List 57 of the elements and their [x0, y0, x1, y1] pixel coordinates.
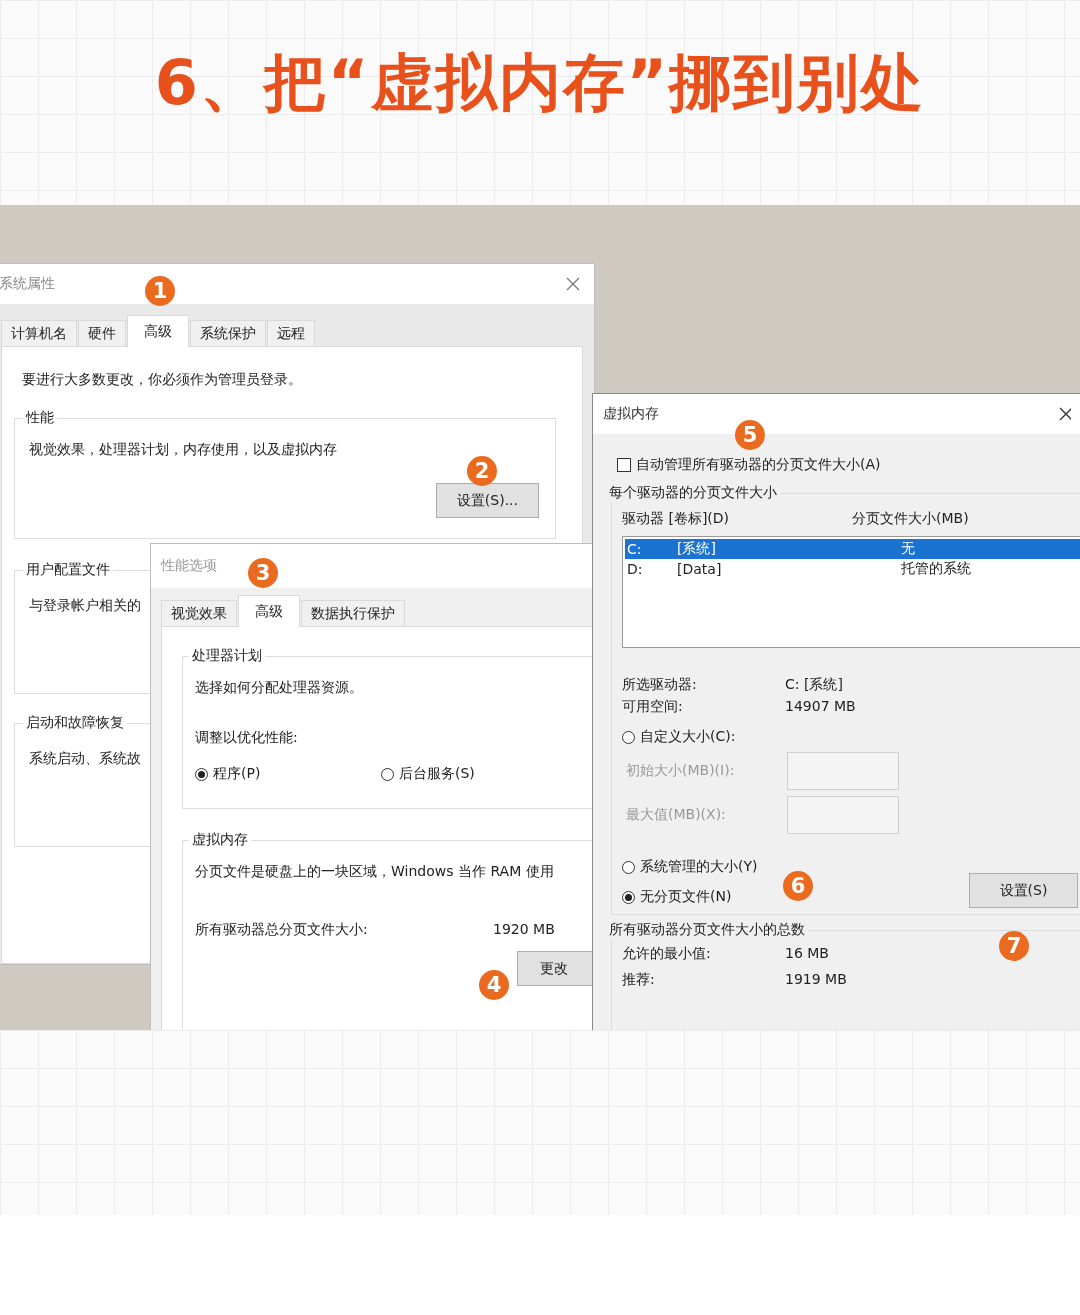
tab[interactable]: 系统保护 [190, 320, 266, 346]
radio-button[interactable] [622, 890, 635, 904]
tab[interactable]: 远程 [267, 320, 315, 346]
radio-option[interactable]: 后台服务(S) [381, 765, 567, 783]
settings-button[interactable]: 设置(S)... [435, 483, 539, 518]
radio-button[interactable] [622, 730, 635, 744]
drive-row[interactable]: D: [Data] 托管的系统 [625, 559, 1080, 579]
radio-option[interactable]: 无分页文件(N) [622, 888, 758, 906]
close-icon[interactable] [1059, 407, 1071, 421]
field-label: 初始大小(MB)(I): [626, 762, 736, 780]
column-header: 分页文件大小(MB) [852, 510, 969, 528]
radio-option[interactable]: 程序(P) [195, 765, 381, 783]
info-value: 14907 MB [785, 698, 856, 716]
radio-option[interactable]: 系统管理的大小(Y) [622, 858, 758, 876]
field-label: 最大值(MB)(X): [626, 806, 727, 824]
info-value: 16 MB [785, 945, 829, 963]
total-value: 1920 MB [493, 921, 555, 939]
group-description: 系统启动、系统故 [29, 750, 141, 768]
window-title: 虚拟内存 [602, 405, 659, 423]
group-label: 性能 [24, 409, 55, 427]
group-label: 启动和故障恢复 [25, 714, 125, 732]
radio-option[interactable]: 自定义大小(C): [622, 728, 1080, 746]
group-label: 所有驱动器分页文件大小的总数 [608, 921, 806, 939]
checkbox[interactable] [617, 458, 631, 472]
group-label: 虚拟内存 [191, 831, 249, 849]
window-title: 系统属性 [0, 275, 55, 293]
column-header: 驱动器 [卷标](D) [622, 510, 731, 528]
drive-row[interactable]: C: [系统] 无 [625, 539, 1080, 559]
info-label: 可用空间: [622, 698, 684, 716]
group-label: 用户配置文件 [25, 561, 111, 579]
group-description: 视觉效果，处理器计划，内存使用，以及虚拟内存 [29, 441, 337, 459]
info-value: 1919 MB [785, 971, 847, 989]
group-description: 与登录帐户相关的 [29, 597, 141, 615]
radio-button[interactable] [195, 767, 208, 781]
info-label: 所选驱动器: [622, 676, 698, 694]
group-label: 处理器计划 [191, 647, 263, 665]
tab[interactable]: 高级 [127, 315, 189, 347]
tab[interactable]: 视觉效果 [161, 600, 237, 626]
tab[interactable]: 高级 [238, 595, 300, 627]
group-description: 选择如何分配处理器资源。 [195, 679, 363, 697]
auto-manage-checkbox[interactable]: 自动管理所有驱动器的分页文件大小(A) [617, 456, 1080, 474]
total-label: 所有驱动器总分页文件大小: [195, 921, 369, 939]
info-label: 允许的最小值: [622, 945, 712, 963]
slide-title: 6、把“虚拟内存”挪到别处 [154, 44, 926, 121]
tab[interactable]: 硬件 [78, 320, 126, 346]
info-label: 推荐: [622, 971, 656, 989]
tab[interactable]: 计算机名 [1, 320, 77, 346]
radio-button[interactable] [622, 860, 635, 874]
tab[interactable]: 数据执行保护 [301, 600, 405, 626]
radio-button[interactable] [381, 767, 394, 781]
set-button[interactable]: 设置(S) [969, 873, 1078, 908]
group-description: 分页文件是硬盘上的一块区域，Windows 当作 RAM 使用 [195, 863, 554, 881]
window-title: 性能选项 [159, 557, 217, 575]
prompt-text: 调整以优化性能: [195, 729, 298, 747]
notice-text: 要进行大多数更改，你必须作为管理员登录。 [22, 371, 302, 389]
group-label: 每个驱动器的分页文件大小 [608, 484, 778, 502]
info-value: C: [系统] [785, 676, 843, 694]
